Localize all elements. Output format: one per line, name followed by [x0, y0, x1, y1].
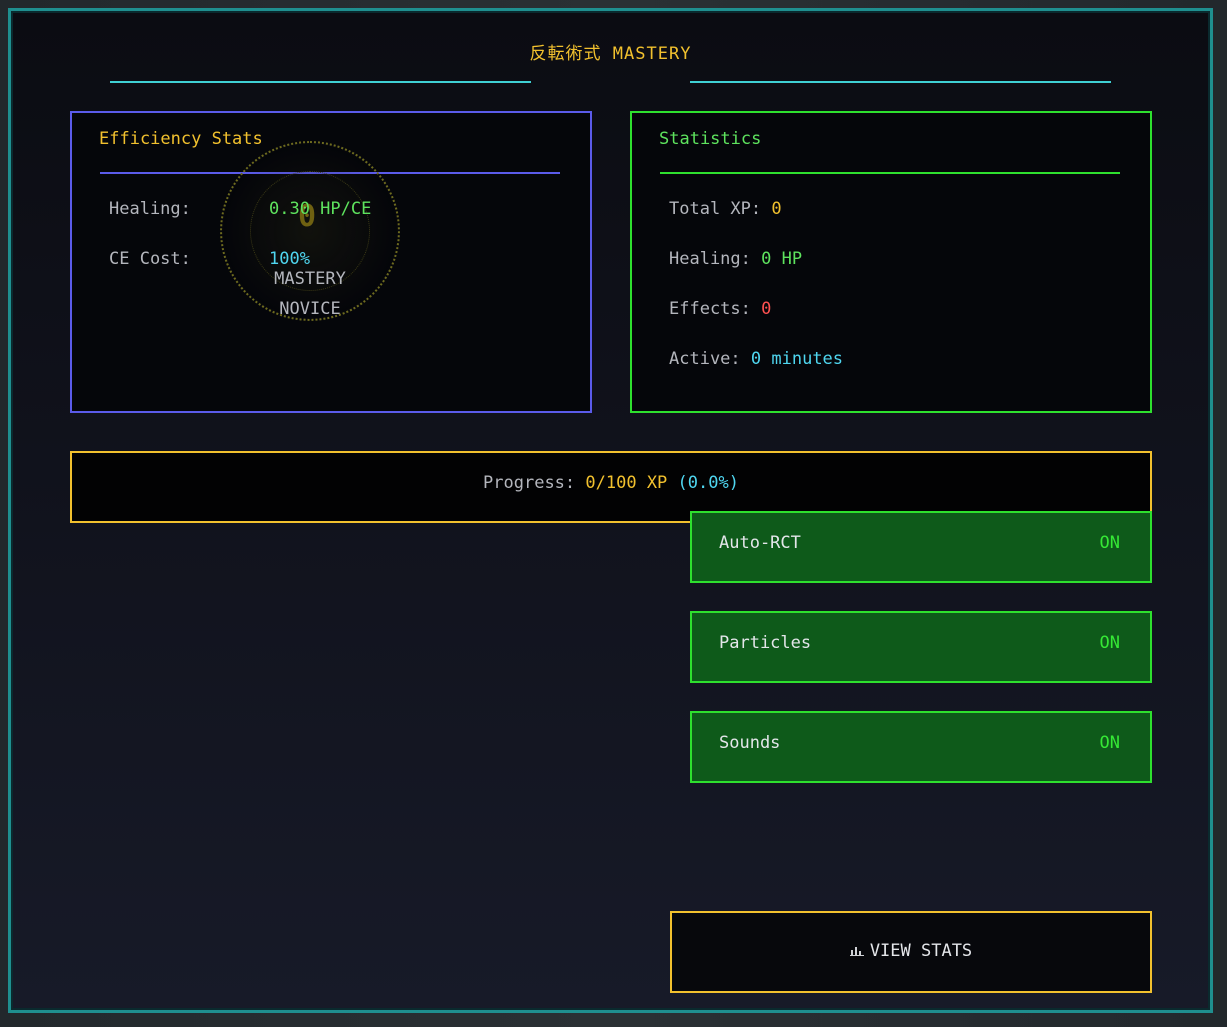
toggle-particles-state: ON — [1099, 633, 1120, 653]
toggle-sounds-state: ON — [1099, 733, 1120, 753]
toggle-sounds[interactable]: Sounds ON — [690, 711, 1152, 783]
active-value: 0 minutes — [750, 349, 844, 369]
statistics-rule — [660, 172, 1120, 174]
total-xp-label: Total XP: — [669, 199, 762, 219]
healing-value: 0.30 HP/CE — [269, 199, 372, 219]
toggle-sounds-label: Sounds — [719, 733, 781, 753]
title-kanji: 反転術式 — [529, 44, 602, 64]
view-stats-label: VIEW STATS — [869, 941, 973, 961]
view-stats-content: VIEW STATS — [672, 941, 1150, 961]
progress-value: 0/100 XP — [585, 473, 668, 493]
window-title: 反転術式 MASTERY — [11, 39, 1210, 64]
title-word: MASTERY — [612, 44, 692, 64]
healing-label: Healing: — [109, 199, 191, 219]
statistics-title: Statistics — [659, 129, 762, 149]
bar-chart-icon — [849, 944, 864, 960]
efficiency-stats-panel: Efficiency Stats 0 Healing: 0.30 HP/CE C… — [70, 111, 592, 413]
toggle-particles[interactable]: Particles ON — [690, 611, 1152, 683]
view-stats-button[interactable]: VIEW STATS — [670, 911, 1152, 993]
efficiency-stats-title: Efficiency Stats — [99, 129, 263, 149]
progress-label: Progress: — [483, 473, 576, 493]
effects-label: Effects: — [669, 299, 751, 319]
stat-healing-value: 0 HP — [761, 249, 803, 269]
ce-cost-label: CE Cost: — [109, 249, 191, 269]
title-divider-left — [110, 81, 531, 83]
active-label: Active: — [669, 349, 741, 369]
effects-row: Effects: 0 — [669, 299, 771, 319]
total-xp-value: 0 — [771, 199, 782, 219]
stat-healing-label: Healing: — [669, 249, 751, 269]
toggle-auto-rct-state: ON — [1099, 533, 1120, 553]
effects-value: 0 — [761, 299, 772, 319]
progress-percent: (0.0%) — [677, 473, 739, 493]
ce-cost-value: 100% — [269, 249, 310, 269]
total-xp-row: Total XP: 0 — [669, 199, 782, 219]
statistics-panel: Statistics Total XP: 0 Healing: 0 HP Eff… — [630, 111, 1152, 413]
title-divider-right — [690, 81, 1111, 83]
toggle-auto-rct[interactable]: Auto-RCT ON — [690, 511, 1152, 583]
stat-healing-row: Healing: 0 HP — [669, 249, 802, 269]
toggle-particles-label: Particles — [719, 633, 812, 653]
progress-text: Progress: 0/100 XP (0.0%) — [72, 473, 1150, 493]
mastery-rank: NOVICE — [279, 299, 341, 319]
toggle-auto-rct-label: Auto-RCT — [719, 533, 801, 553]
active-row: Active: 0 minutes — [669, 349, 843, 369]
mastery-label: MASTERY — [274, 269, 346, 289]
